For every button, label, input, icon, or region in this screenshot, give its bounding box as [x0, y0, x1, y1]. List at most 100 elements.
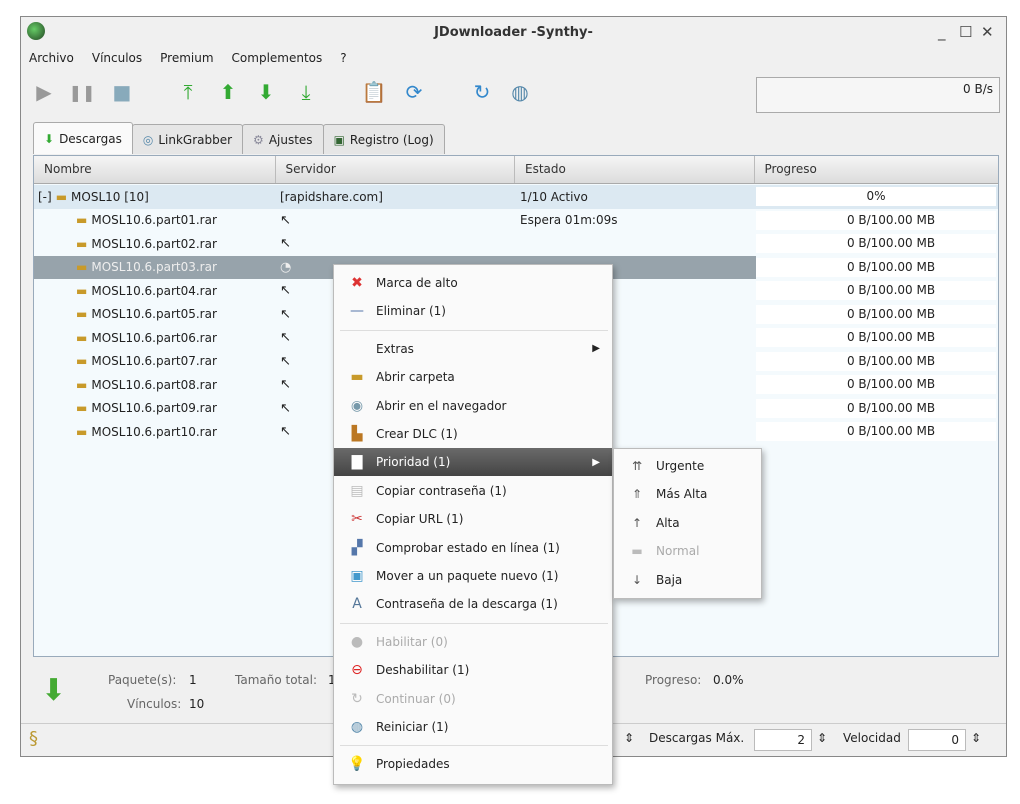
- menu-item-label: Eliminar (1): [376, 304, 446, 319]
- archive-icon: ▬: [76, 260, 88, 275]
- table-row[interactable]: ▬ MOSL10.6.part01.rar ↖ Espera 01m:09s 0 …: [34, 209, 998, 233]
- spinner-arrows-icon[interactable]: ⇕: [817, 731, 827, 745]
- file-name: MOSL10.6.part10.rar: [91, 424, 217, 439]
- file-progress: 0 B/100.00 MB: [756, 375, 996, 395]
- menu-help[interactable]: ?: [340, 51, 346, 65]
- menu-item-label: Comprobar estado en línea (1): [376, 540, 560, 555]
- priority-submenu: ⇈ Urgente ⇑ Más Alta ↑ Alta ▬ Normal ↓ Baja: [613, 448, 762, 599]
- priority-baja[interactable]: ↓ Baja: [614, 566, 761, 594]
- menu-item-label: Propiedades: [376, 757, 450, 772]
- menu-item-copiar-url-1[interactable]: ✂ Copiar URL (1): [334, 505, 612, 533]
- col-progreso[interactable]: Progreso: [755, 156, 999, 183]
- minimize-button[interactable]: _: [938, 23, 946, 41]
- stop-icon[interactable]: ■: [109, 79, 135, 105]
- speed-label: Velocidad: [843, 731, 901, 745]
- move-down-icon[interactable]: ⬇: [253, 79, 279, 105]
- linkgrabber-icon: ◎: [142, 132, 154, 147]
- menu-item-crear-dlc-1[interactable]: ▙ Crear DLC (1): [334, 420, 612, 448]
- priority-icon: ▬: [631, 544, 643, 559]
- menu-archivo[interactable]: Archivo: [29, 51, 74, 65]
- file-progress: 0 B/100.00 MB: [756, 281, 996, 301]
- maximize-button[interactable]: ☐: [959, 23, 972, 41]
- priority-alta[interactable]: ↑ Alta: [614, 509, 761, 537]
- menu-item-prioridad-1[interactable]: ▇ Prioridad (1) ▶: [334, 448, 612, 477]
- col-nombre[interactable]: Nombre: [34, 156, 276, 183]
- clipboard-icon[interactable]: 📋: [361, 79, 387, 105]
- tab-label: Registro (Log): [349, 132, 434, 147]
- file-progress: 0 B/100.00 MB: [756, 328, 996, 348]
- tab-linkgrabber[interactable]: ◎ LinkGrabber: [131, 124, 244, 154]
- spinner-arrows-icon[interactable]: ⇕: [624, 731, 634, 745]
- priority-urgente[interactable]: ⇈ Urgente: [614, 452, 761, 480]
- tab-registro[interactable]: ▣ Registro (Log): [322, 124, 445, 154]
- menu-item-label: Reiniciar (1): [376, 720, 449, 734]
- submenu-arrow-icon: ▶: [592, 343, 600, 355]
- priority-icon: ⇑: [631, 487, 643, 502]
- progress-label: Progreso:: [645, 673, 702, 687]
- priority-label: Baja: [656, 572, 683, 587]
- menu-item-comprobar-estado-en-línea-1[interactable]: ▞ Comprobar estado en línea (1): [334, 534, 612, 562]
- tab-label: Descargas: [59, 131, 122, 146]
- menu-item-extras[interactable]: Extras ▶: [334, 335, 612, 363]
- menu-item-deshabilitar-1[interactable]: ⊖ Deshabilitar (1): [334, 656, 612, 684]
- menu-item-contraseña-de-la-descarga-1[interactable]: A Contraseña de la descarga (1): [334, 590, 612, 618]
- menu-item-abrir-carpeta[interactable]: ▬ Abrir carpeta: [334, 363, 612, 391]
- tab-ajustes[interactable]: ⚙ Ajustes: [242, 124, 324, 154]
- package-row[interactable]: [-] ▬ MOSL10 [10] [rapidshare.com] 1/10 Ac…: [34, 185, 998, 209]
- collapse-toggle[interactable]: [-]: [38, 190, 52, 204]
- menu-item-eliminar-1[interactable]: — Eliminar (1): [334, 297, 612, 325]
- archive-icon: ▬: [76, 401, 88, 416]
- submenu-arrow-icon: ▶: [592, 456, 600, 468]
- table-row[interactable]: ▬ MOSL10.6.part02.rar ↖ 0 B/100.00 MB: [34, 232, 998, 256]
- col-servidor[interactable]: Servidor: [276, 156, 515, 183]
- menu-item-abrir-en-el-navegador[interactable]: ◉ Abrir en el navegador: [334, 392, 612, 420]
- max-downloads-input[interactable]: 2: [754, 729, 812, 751]
- menu-item-mover-a-un-paquete-nuevo-1[interactable]: ▣ Mover a un paquete nuevo (1): [334, 562, 612, 590]
- menu-complementos[interactable]: Complementos: [232, 51, 323, 65]
- file-progress: 0 B/100.00 MB: [756, 210, 996, 230]
- menu-vinculos[interactable]: Vínculos: [92, 51, 142, 65]
- reconnect-icon[interactable]: ◍: [507, 79, 533, 105]
- menu-item-propiedades[interactable]: 💡 Propiedades: [334, 750, 612, 778]
- menu-item-reiniciar-1[interactable]: ◍ Reiniciar (1): [334, 713, 612, 741]
- menu-item-habilitar-0[interactable]: ● Habilitar (0): [334, 628, 612, 656]
- priority-icon: ↑: [631, 515, 643, 530]
- tab-label: Ajustes: [268, 132, 313, 147]
- menu-item-continuar-0[interactable]: ↻ Continuar (0): [334, 685, 612, 713]
- reconnect-check-icon[interactable]: ⟳: [401, 79, 427, 105]
- menu-item-copiar-contraseña-1[interactable]: ▤ Copiar contraseña (1): [334, 477, 612, 505]
- tab-descargas[interactable]: ⬇ Descargas: [33, 122, 133, 154]
- file-name: MOSL10.6.part05.rar: [91, 307, 217, 322]
- priority-icon: ↓: [631, 572, 643, 587]
- menu-item-icon: ▇: [351, 454, 363, 471]
- premium-icon[interactable]: §: [29, 728, 38, 749]
- pause-icon[interactable]: ❚❚: [69, 79, 96, 105]
- col-estado[interactable]: Estado: [515, 156, 755, 183]
- package-icon: ▬: [55, 189, 68, 204]
- play-icon[interactable]: ▶: [31, 79, 57, 105]
- move-top-icon[interactable]: ⤒: [175, 79, 201, 105]
- file-status: Espera 01m:09s: [520, 213, 618, 228]
- rapidshare-icon: ↖: [280, 377, 291, 393]
- close-button[interactable]: ✕: [981, 23, 994, 41]
- tab-label: LinkGrabber: [158, 132, 233, 147]
- download-arrow-icon: ⬇: [41, 673, 67, 708]
- file-progress: 0 B/100.00 MB: [756, 304, 996, 324]
- rapidshare-icon: ↖: [280, 306, 291, 322]
- move-up-icon[interactable]: ⬆: [215, 79, 241, 105]
- package-status: 1/10 Activo: [520, 189, 588, 204]
- file-status: [516, 232, 756, 256]
- archive-icon: ▬: [76, 354, 88, 369]
- move-bottom-icon[interactable]: ⤓: [293, 79, 319, 105]
- priority-normal[interactable]: ▬ Normal: [614, 537, 761, 565]
- file-name: MOSL10.6.part03.rar: [91, 260, 217, 275]
- priority-icon: ⇈: [631, 459, 643, 473]
- speed-limit-input[interactable]: 0: [908, 729, 966, 751]
- priority-más-alta[interactable]: ⇑ Más Alta: [614, 480, 761, 508]
- menu-item-marca-de-alto[interactable]: ✖ Marca de alto: [334, 269, 612, 297]
- spinner-arrows-icon[interactable]: ⇕: [971, 731, 981, 745]
- rapidshare-icon: ↖: [280, 400, 291, 416]
- refresh-icon[interactable]: ↻: [469, 79, 495, 105]
- menu-premium[interactable]: Premium: [160, 51, 213, 65]
- archive-icon: ▬: [76, 236, 88, 251]
